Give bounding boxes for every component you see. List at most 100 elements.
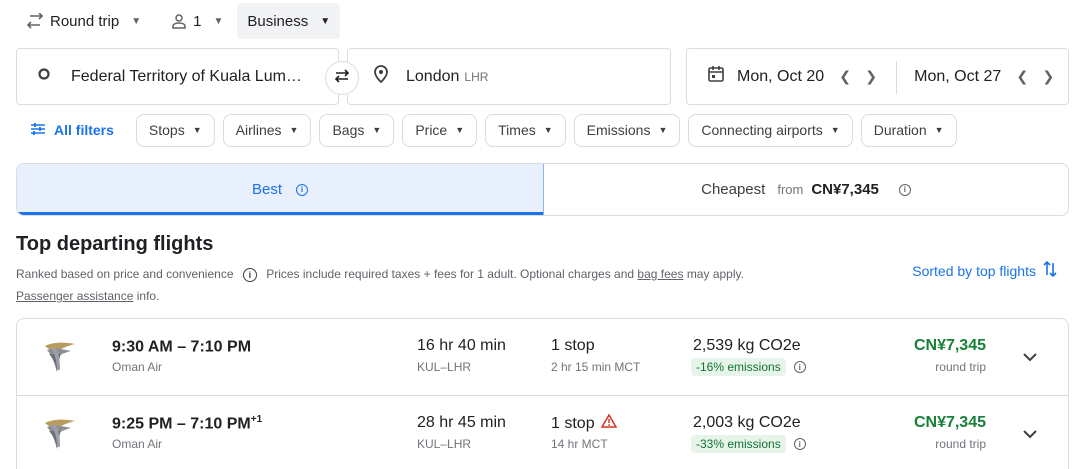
filter-times[interactable]: Times ▼ — [485, 113, 566, 147]
price-type: round trip — [935, 360, 986, 374]
swap-icon — [333, 68, 351, 88]
emissions-badge: -16% emissions — [691, 358, 786, 376]
swap-button[interactable] — [325, 61, 359, 95]
return-next-button[interactable]: ❯ — [1035, 68, 1061, 85]
calendar-icon — [707, 65, 725, 88]
filters-row: All filters Stops ▼ Airlines ▼ Bags ▼ Price… — [16, 113, 957, 147]
trip-type-label: Round trip — [50, 12, 120, 30]
price-type: round trip — [935, 437, 986, 451]
results-title: Top departing flights — [16, 233, 214, 255]
sort-label: Sorted by top flights — [912, 262, 1036, 279]
destination-value: London — [406, 67, 460, 85]
filter-bags[interactable]: Bags ▼ — [319, 113, 395, 147]
expand-button[interactable] — [1018, 423, 1042, 447]
origin-value: Federal Territory of Kuala Lum… — [71, 67, 302, 85]
flight-times: 9:30 AM – 7:10 PM — [112, 337, 251, 356]
may-apply-text: may apply. — [686, 267, 744, 281]
expand-button[interactable] — [1018, 346, 1042, 370]
flight-stops: 1 stop — [551, 413, 617, 433]
caret-down-icon: ▼ — [934, 125, 944, 135]
bag-fees-link[interactable]: bag fees — [637, 267, 683, 281]
caret-down-icon: ▼ — [320, 15, 331, 27]
oman-air-logo — [39, 336, 79, 376]
cabin-class-select[interactable]: Business ▼ — [237, 3, 341, 39]
times-text: 9:25 PM – 7:10 PM — [112, 415, 251, 433]
destination-field[interactable]: London LHR — [347, 48, 671, 105]
filter-connecting-airports[interactable]: Connecting airports ▼ — [688, 113, 853, 147]
depart-prev-button[interactable]: ❮ — [832, 68, 858, 85]
trip-options-row: Round trip ▼ 1 ▼ Business ▼ — [16, 3, 341, 39]
co2-value: 2,539 kg CO2e — [693, 337, 801, 354]
chevron-down-icon — [1023, 349, 1037, 367]
day-offset: +1 — [250, 414, 263, 425]
all-filters-button[interactable]: All filters — [16, 113, 128, 147]
filter-stops[interactable]: Stops ▼ — [135, 113, 215, 147]
sort-arrows-icon — [1042, 260, 1058, 281]
warning-icon — [600, 413, 617, 433]
info-icon[interactable]: i — [296, 183, 308, 196]
depart-date[interactable]: Mon, Oct 20 — [737, 68, 824, 86]
airline-name: Oman Air — [112, 437, 163, 451]
filter-sliders-icon — [30, 122, 46, 139]
times-text: 9:30 AM – 7:10 PM — [112, 338, 252, 356]
flight-results-list: 9:30 AM – 7:10 PM Oman Air 16 hr 40 min … — [16, 318, 1069, 469]
passengers-count: 1 — [193, 12, 202, 30]
caret-down-icon: ▼ — [213, 15, 224, 27]
filter-duration[interactable]: Duration ▼ — [860, 113, 957, 147]
date-divider — [896, 61, 897, 94]
flight-duration: 28 hr 45 min — [417, 414, 506, 431]
flight-row[interactable]: 9:30 AM – 7:10 PM Oman Air 16 hr 40 min … — [17, 319, 1068, 396]
emissions-badge: -33% emissions — [691, 435, 786, 453]
caret-down-icon: ▼ — [830, 125, 840, 135]
from-label: from — [777, 182, 804, 197]
sort-button[interactable]: Sorted by top flights — [912, 260, 1058, 281]
emissions-info: -33% emissions i — [691, 435, 806, 453]
caret-down-icon: ▼ — [658, 125, 668, 135]
stop-detail: 14 hr MCT — [551, 437, 608, 451]
tab-cheapest-label: Cheapest — [701, 181, 766, 198]
trip-type-select[interactable]: Round trip ▼ — [16, 3, 151, 39]
co2-value: 2,003 kg CO2e — [693, 414, 801, 431]
filter-emissions[interactable]: Emissions ▼ — [573, 113, 681, 147]
flight-duration: 16 hr 40 min — [417, 337, 506, 354]
info-icon[interactable]: i — [898, 183, 911, 196]
return-prev-button[interactable]: ❮ — [1009, 68, 1035, 85]
caret-down-icon: ▼ — [192, 125, 202, 135]
passenger-assistance-link[interactable]: Passenger assistance — [16, 289, 133, 303]
tab-best[interactable]: Best i — [17, 164, 544, 215]
caret-down-icon: ▼ — [289, 125, 299, 135]
all-filters-label: All filters — [54, 122, 114, 138]
stops-text: 1 stop — [551, 414, 595, 432]
chip-label: Connecting airports — [701, 122, 823, 138]
passengers-select[interactable]: 1 ▼ — [161, 3, 233, 39]
info-icon[interactable]: i — [242, 268, 257, 282]
circle-icon — [37, 67, 51, 86]
sort-tabs: Best i Cheapest from CN¥7,345 i — [16, 163, 1069, 216]
destination-code: LHR — [464, 69, 489, 84]
flight-price: CN¥7,345 — [913, 414, 986, 431]
location-pin-icon — [374, 65, 388, 88]
caret-down-icon: ▼ — [455, 125, 465, 135]
swap-arrows-icon — [26, 13, 44, 29]
origin-field[interactable]: Federal Territory of Kuala Lum… — [16, 48, 339, 105]
oman-air-logo — [39, 413, 79, 453]
info-suffix: info. — [136, 289, 160, 303]
chip-label: Bags — [332, 122, 365, 138]
chip-label: Airlines — [235, 122, 282, 138]
date-field[interactable]: Mon, Oct 20 ❮ ❯ Mon, Oct 27 ❮ ❯ — [686, 48, 1069, 105]
cabin-class-label: Business — [247, 12, 309, 30]
info-icon[interactable]: i — [793, 361, 806, 373]
filter-airlines[interactable]: Airlines ▼ — [222, 113, 312, 147]
depart-next-button[interactable]: ❯ — [858, 68, 884, 85]
flight-row[interactable]: 9:25 PM – 7:10 PM+1 Oman Air 28 hr 45 mi… — [17, 396, 1068, 469]
results-subtitle: Ranked based on price and convenience i … — [16, 263, 876, 307]
filter-price[interactable]: Price ▼ — [402, 113, 478, 147]
chip-label: Price — [415, 122, 448, 138]
tab-best-label: Best — [251, 181, 282, 198]
stop-detail: 2 hr 15 min MCT — [551, 360, 641, 374]
return-date[interactable]: Mon, Oct 27 — [914, 68, 1001, 86]
caret-down-icon: ▼ — [372, 125, 382, 135]
chevron-down-icon — [1023, 426, 1037, 444]
tab-cheapest[interactable]: Cheapest from CN¥7,345 i — [544, 164, 1068, 215]
info-icon[interactable]: i — [793, 438, 806, 450]
